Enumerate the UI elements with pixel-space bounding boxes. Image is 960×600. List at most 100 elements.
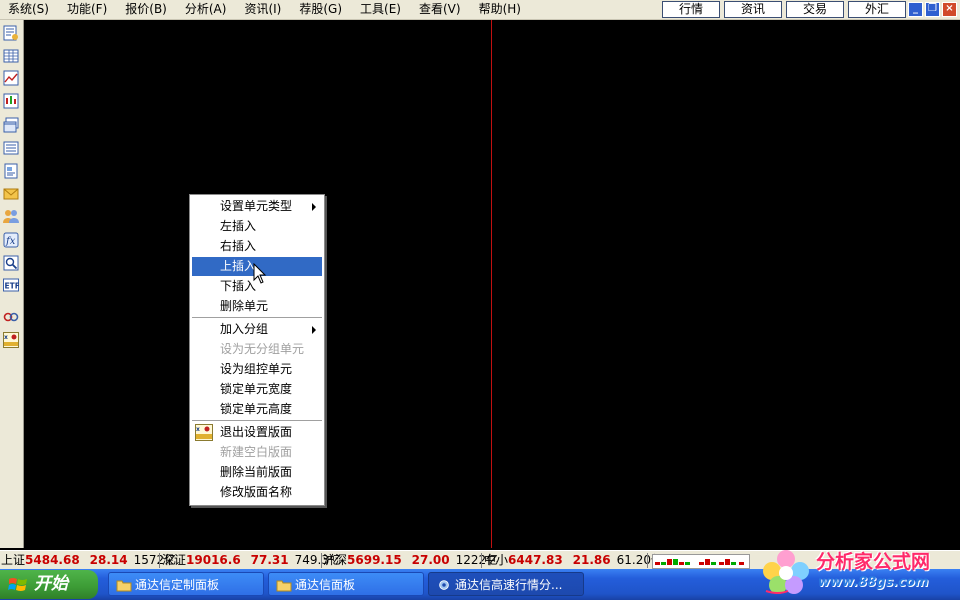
menu-delete-unit[interactable]: 删除单元 [192,297,322,316]
watermark-url: www.88gs.com [818,575,929,590]
watermark-title: 分析家公式网 [816,551,931,573]
layout-context-menu: 设置单元类型 左插入 右插入 上插入 下插入 删除单元 加入分组 设为无分组单元… [189,194,325,506]
taskbar-item-panel[interactable]: 通达信面板 [268,572,424,596]
index-shanghai[interactable]: 上证5484.68 28.14 1572亿 [1,551,176,570]
list-icon[interactable] [3,140,19,156]
line-chart-icon[interactable] [3,70,19,86]
layout-exit-icon: x [195,424,213,441]
submenu-arrow-icon [312,203,316,211]
quote-mode-button[interactable]: 行情 [662,1,720,18]
menu-recommend[interactable]: 荐股(G) [291,0,352,19]
minimize-button[interactable]: _ [908,2,923,17]
gear-icon [439,580,449,590]
index-hs300[interactable]: 沪深5699.15 27.00 1222亿 [323,551,498,570]
menu-separator [192,317,322,319]
window-icon[interactable] [3,117,19,133]
restore-button[interactable]: ❐ [925,2,940,17]
etf-label: ETF [5,282,20,291]
document-icon[interactable] [3,163,19,179]
site-watermark-logo: 分析家公式网 www.88gs.com [756,543,960,600]
menu-items: 系统(S) 功能(F) 报价(B) 分析(A) 资讯(I) 荐股(G) 工具(E… [0,0,531,19]
svg-text:x: x [4,334,8,341]
index-change: 27.00 [411,553,450,567]
top-mode-buttons: 行情 资讯 交易 外汇 [662,1,910,18]
menu-item-label: 设置单元类型 [220,199,293,213]
mail-icon[interactable] [3,186,19,202]
index-sme[interactable]: 中小6447.83 21.86 61.20亿 [484,551,663,570]
forex-mode-button[interactable]: 外汇 [848,1,906,18]
windows-flag-icon [8,578,27,591]
menu-separator [192,420,322,422]
menu-view[interactable]: 查看(V) [411,0,471,19]
start-button[interactable]: 开始 [0,570,98,599]
etf-icon[interactable]: ETF [3,277,19,293]
left-toolbar: fx ETF x [0,20,24,548]
mouse-cursor-icon [253,263,267,284]
menu-function[interactable]: 功能(F) [59,0,117,19]
folder-icon [276,580,292,592]
task-label: 通达信高速行情分... [455,578,563,592]
window-controls: _ ❐ × [908,2,957,17]
menu-delete-current-layout[interactable]: 删除当前版面 [192,463,322,482]
task-label: 通达信定制面板 [135,578,220,592]
status-divider [647,553,648,568]
formula-icon[interactable]: fx [3,232,19,248]
index-name: 中小 [484,553,509,567]
svg-text:x: x [196,426,200,433]
status-divider [159,553,160,568]
menu-rename-layout[interactable]: 修改版面名称 [192,483,322,502]
index-name: 沪深 [323,553,348,567]
menu-exit-layout-setup[interactable]: x 退出设置版面 [192,423,322,442]
index-value: 5699.15 [347,553,402,567]
candlestick-icon[interactable] [3,93,19,109]
status-divider [321,553,322,568]
info-mode-button[interactable]: 资讯 [724,1,782,18]
trade-mode-button[interactable]: 交易 [786,1,844,18]
layout-exit-icon[interactable]: x [3,332,19,348]
menu-set-unit-type[interactable]: 设置单元类型 [192,197,322,216]
menu-info[interactable]: 资讯(I) [236,0,291,19]
users-icon[interactable] [3,208,19,224]
index-name: 上证 [1,553,26,567]
svg-text:fx: fx [5,236,16,247]
menu-new-blank-layout: 新建空白版面 [220,445,293,459]
menu-bar: 系统(S) 功能(F) 报价(B) 分析(A) 资讯(I) 荐股(G) 工具(E… [0,0,960,20]
unit-split-line[interactable] [491,20,492,548]
task-label: 通达信面板 [295,578,356,592]
close-button[interactable]: × [942,2,957,17]
link-icon[interactable] [3,309,19,325]
folder-icon [116,580,132,592]
menu-add-group[interactable]: 加入分组 [192,320,322,339]
menu-lock-unit-width[interactable]: 锁定单元宽度 [192,380,322,399]
index-shenzhen[interactable]: 深证19016.6 77.31 749.3亿 [162,551,341,570]
market-breadth-indicator [652,554,750,569]
menu-analysis[interactable]: 分析(A) [177,0,237,19]
report-icon[interactable] [3,25,19,41]
menu-set-ungrouped-unit: 设为无分组单元 [220,342,305,356]
search-icon[interactable] [3,255,19,271]
status-divider [481,553,482,568]
taskbar-item-quote-app[interactable]: 通达信高速行情分... [428,572,584,596]
grid-icon[interactable] [3,48,19,64]
menu-system[interactable]: 系统(S) [0,0,59,19]
taskbar-item-custom-panel[interactable]: 通达信定制面板 [108,572,264,596]
menu-item-label: 退出设置版面 [220,425,293,439]
index-name: 深证 [162,553,187,567]
index-change: 77.31 [250,553,289,567]
index-change: 28.14 [89,553,128,567]
index-value: 5484.68 [25,553,80,567]
index-value: 6447.83 [508,553,563,567]
menu-insert-left[interactable]: 左插入 [192,217,322,236]
submenu-arrow-icon [312,326,316,334]
index-value: 19016.6 [186,553,241,567]
index-change: 21.86 [572,553,611,567]
menu-set-group-control-unit[interactable]: 设为组控单元 [192,360,322,379]
menu-tools[interactable]: 工具(E) [352,0,411,19]
flower-logo-icon [763,550,809,594]
menu-help[interactable]: 帮助(H) [471,0,531,19]
menu-lock-unit-height[interactable]: 锁定单元高度 [192,400,322,419]
menu-quote[interactable]: 报价(B) [117,0,177,19]
start-label: 开始 [34,574,68,594]
menu-insert-right[interactable]: 右插入 [192,237,322,256]
main-layout-area[interactable] [24,20,960,548]
